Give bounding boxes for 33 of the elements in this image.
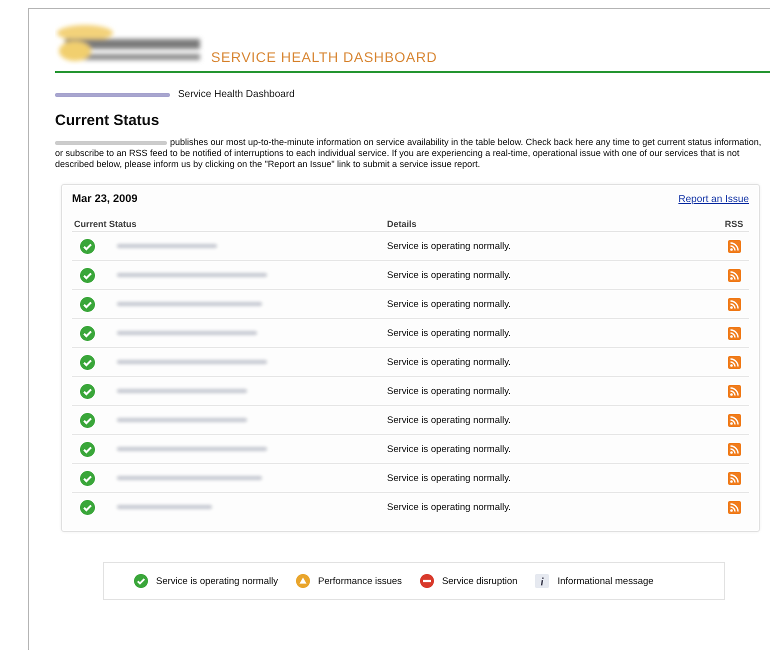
rss-icon[interactable] [728,414,740,426]
rss-icon[interactable] [728,442,740,456]
legend-label: Performance issues [318,576,402,586]
rss-icon[interactable] [728,298,740,310]
column-header: Current Status [73,219,138,229]
details-cell-text: Service is operating normally. [387,298,512,310]
details-cell-text: Service is operating normally. [387,444,512,454]
details-cell-text: Service is operating normally. [387,270,512,280]
rss-icon[interactable] [728,356,740,368]
rss-icon[interactable] [728,500,740,514]
legend-label: Informational message [557,576,654,586]
report-issue-link[interactable]: Report an Issue [678,194,749,205]
column-header: RSS [724,219,744,229]
details-cell-text: Service is operating normally. [387,328,512,338]
details-cell-text: Service is operating normally. [387,240,512,252]
rss-icon[interactable] [728,268,740,282]
legend-label: Service is operating normally [156,576,278,586]
rss-icon[interactable] [728,384,740,398]
column-header: Details [387,219,418,229]
intro-paragraph: publishes our most up-to-the-minute information on service availability in the table below. Check back here any time to get current status information, or subscribe to an RSS feed to be notified of interruptions to each individual service. If you are experiencing a real-time, operational issue with one of our services that is not described below, please inform us by clicking on the "Report an Issue" link to submit a service issue report. [55,137,762,170]
status-date: Mar 23, 2009 [72,193,138,205]
details-cell-text: Service is operating normally. [387,356,512,368]
legend-label: Service disruption [442,576,518,586]
details-cell-text: Service is operating normally. [387,414,512,426]
details-cell-text: Service is operating normally. [387,472,512,484]
page-heading: Current Status [55,112,160,129]
details-cell-text: Service is operating normally. [387,386,512,396]
rss-icon[interactable] [728,240,740,252]
rss-icon[interactable] [728,326,740,340]
details-cell-text: Service is operating normally. [387,502,512,512]
rss-icon[interactable] [728,472,740,484]
breadcrumb-link[interactable]: Service Health Dashboard [178,89,295,100]
dashboard-title: SERVICE HEALTH DASHBOARD [211,49,438,67]
